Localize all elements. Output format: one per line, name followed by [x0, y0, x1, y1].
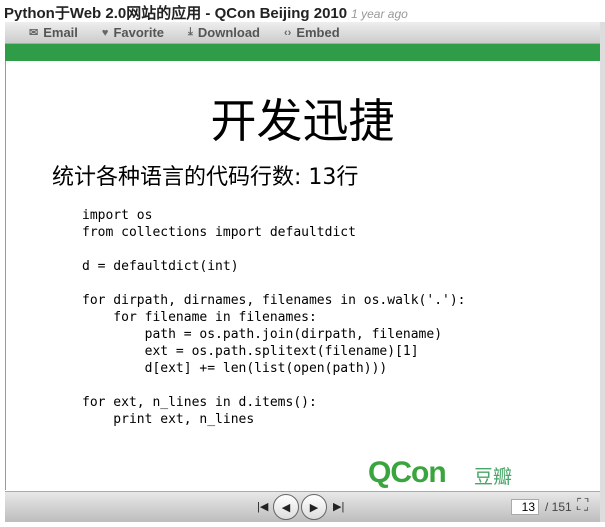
- time-ago: 1 year ago: [351, 7, 408, 21]
- previous-button[interactable]: ◀: [273, 494, 299, 520]
- envelope-icon: ✉: [29, 27, 39, 39]
- code-block: import os from collections import defaul…: [82, 208, 466, 427]
- download-icon: ⤓: [188, 26, 193, 38]
- slide: 开发迅捷 统计各种语言的代码行数: 13行 import os from col…: [5, 61, 599, 520]
- embed-label: Embed: [296, 25, 340, 40]
- embed-button[interactable]: ‹› Embed: [284, 25, 340, 40]
- title-text: Python于Web 2.0网站的应用 - QCon Beijing 2010: [4, 5, 348, 22]
- previous-icon: ◀: [281, 501, 291, 514]
- heart-icon: ♥: [101, 26, 109, 39]
- last-slide-icon[interactable]: ▶|: [333, 500, 344, 513]
- email-button[interactable]: ✉ Email: [29, 25, 78, 40]
- favorite-label: Favorite: [113, 25, 165, 40]
- download-label: Download: [197, 25, 260, 40]
- first-slide-icon[interactable]: |◀: [257, 500, 268, 513]
- fullscreen-icon[interactable]: ⛶: [577, 497, 588, 515]
- accent-bar: [5, 44, 600, 61]
- email-label: Email: [43, 25, 78, 40]
- download-button[interactable]: ⤓ Download: [188, 25, 260, 40]
- next-icon: ▶: [309, 501, 319, 514]
- player-controls: |◀ ◀ ▶ ▶| 13 / 151 ⛶: [5, 491, 600, 522]
- scrollbar[interactable]: [600, 22, 605, 522]
- page-number-input[interactable]: 13: [511, 499, 539, 515]
- page-total: / 151: [545, 500, 572, 514]
- favorite-button[interactable]: ♥ Favorite: [102, 25, 164, 40]
- qcon-logo: QCon: [368, 456, 447, 489]
- presentation-title: Python于Web 2.0网站的应用 - QCon Beijing 2010 1…: [4, 2, 408, 23]
- action-toolbar: ✉ Email ♥ Favorite ⤓ Download ‹› Embed: [5, 22, 600, 44]
- slide-heading: 开发迅捷: [210, 94, 395, 148]
- slide-subheading: 统计各种语言的代码行数: 13行: [52, 165, 359, 190]
- next-button[interactable]: ▶: [301, 494, 327, 520]
- embed-icon: ‹›: [284, 26, 292, 39]
